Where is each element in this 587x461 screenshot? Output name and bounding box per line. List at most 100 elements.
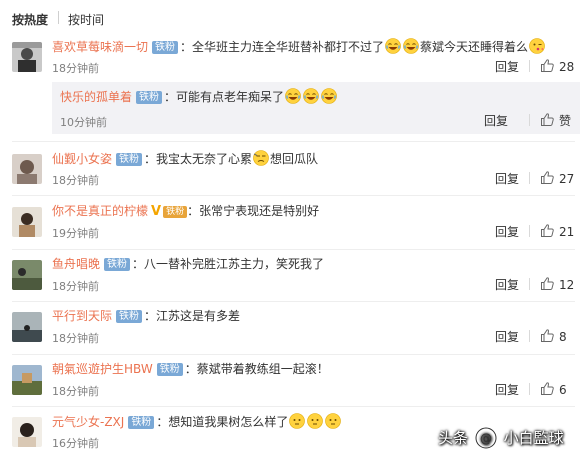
reply-button[interactable]: 回复 [495,58,519,75]
reply-button[interactable]: 回复 [495,170,519,187]
fan-badge: 铁粉 [116,153,143,166]
avatar[interactable] [12,365,42,395]
comment-content: ：我宝太无奈了心累 [144,152,253,166]
verified-v-icon: V [151,204,162,219]
username-link[interactable]: 仙觐小女姿 [52,152,112,166]
comment-text: 你不是真正的柠檬 V 铁粉 ：张常宁表现还是特别好 [52,203,319,220]
reply-button[interactable]: 回复 [495,276,519,293]
like-button[interactable]: 28 [540,58,574,74]
like-count: 21 [559,225,575,239]
comment-content-tail: 想回瓜队 [270,152,319,166]
thumbs-up-icon [541,113,554,126]
laugh-cry-emoji-icon [385,38,402,54]
sort-divider [58,11,59,24]
username-link[interactable]: 喜欢草莓味滴一切 [52,40,148,54]
laugh-cry-emoji-icon [303,88,320,104]
comment-time: 19分钟前 [52,227,99,240]
action-divider [529,225,530,237]
username-link[interactable]: 鱼舟唱晚 [52,257,100,271]
comment-time: 16分钟前 [52,437,99,450]
fan-badge: 铁粉 [163,206,188,218]
nested-reply-text: 快乐的孤单着 铁粉 ：可能有点老年痴呆了 [60,88,338,105]
thinking-emoji-icon [307,413,324,429]
action-divider [529,172,530,184]
comment-text: 平行到天际 铁粉 ：江苏这是有多差 [52,308,240,324]
username-link[interactable]: 平行到天际 [52,309,112,323]
comment-time: 18分钟前 [52,332,99,345]
like-count: 28 [559,60,575,74]
sort-by-time-tab[interactable]: 按时间 [68,11,104,28]
comment-time: 18分钟前 [52,385,99,398]
comment-text: 喜欢草莓味滴一切 铁粉 ：全华班主力连全华班替补都打不过了 蔡斌今天还睡得着么 [52,38,546,55]
comment-content: ：可能有点老年痴呆了 [164,90,285,104]
like-button[interactable]: 27 [540,170,574,186]
fan-badge: 铁粉 [152,41,179,54]
fan-badge: 铁粉 [128,416,155,429]
username-link[interactable]: 快乐的孤单着 [60,90,132,104]
reply-time: 10分钟前 [60,116,107,129]
reply-button[interactable]: 回复 [495,223,519,240]
fan-badge: 铁粉 [116,310,143,323]
comment-content: ：想知道我果树怎么样了 [156,415,289,429]
laugh-cry-emoji-icon [285,88,302,104]
account-logo-icon: @ [475,427,497,449]
comment-text: 朝氣巡遊护生HBW 铁粉 ：蔡斌带着教练组一起滚！ [52,361,329,377]
fan-badge: 铁粉 [104,258,131,271]
action-divider [529,60,530,72]
comment-content: ：蔡斌带着教练组一起滚！ [184,362,329,376]
username-link[interactable]: 元气少女-ZXJ [52,415,124,429]
comment-divider [12,406,575,407]
reply-button[interactable]: 回复 [495,381,519,398]
comment-time: 18分钟前 [52,280,99,293]
comment-text: 仙觐小女姿 铁粉 ：我宝太无奈了心累 想回瓜队 [52,150,318,167]
watermark-account-name: 小白監球 [503,429,564,447]
avatar[interactable] [12,154,42,184]
avatar[interactable] [12,207,42,237]
avatar[interactable] [12,312,42,342]
like-button[interactable]: 12 [540,276,574,292]
like-button[interactable]: 21 [540,223,574,239]
comment-divider [12,195,575,196]
like-count: 12 [559,278,575,292]
comment-divider [12,301,575,302]
comment-content: ：全华班主力连全华班替补都打不过了 [180,40,385,54]
toutiao-watermark: 头条 @ 小白監球 [438,427,564,449]
like-button[interactable]: 6 [540,381,567,397]
fan-badge: 铁粉 [156,363,183,376]
thumbs-up-icon [541,382,554,395]
laugh-cry-emoji-icon [403,38,420,54]
comment-text: 鱼舟唱晚 铁粉 ：八一替补完胜江苏主力，笑死我了 [52,256,324,272]
nested-reply-box: 快乐的孤单着 铁粉 ：可能有点老年痴呆了 10分钟前 回复 赞 [52,82,580,134]
avatar[interactable] [12,417,42,447]
comment-divider [12,249,575,250]
like-count: 6 [559,383,567,397]
laugh-cry-emoji-icon [321,88,338,104]
comment-content: ：江苏这是有多差 [144,309,241,323]
comment-divider [12,141,575,142]
comment-content: ：张常宁表现还是特别好 [187,204,320,218]
sort-by-hot-tab[interactable]: 按热度 [12,11,48,28]
avatar[interactable] [12,42,42,72]
username-link[interactable]: 你不是真正的柠檬 [52,204,148,218]
thumbs-up-icon [541,277,554,290]
like-count: 27 [559,172,575,186]
thumbs-up-icon [541,59,554,72]
reply-button[interactable]: 回复 [495,328,519,345]
action-divider [529,278,530,290]
thinking-emoji-icon [289,413,306,429]
tired-emoji-icon [253,150,270,166]
like-count: 8 [559,330,567,344]
comment-text: 元气少女-ZXJ 铁粉 ：想知道我果树怎么样了 [52,413,342,430]
fan-badge: 铁粉 [136,91,163,104]
comment-time: 18分钟前 [52,62,99,75]
comment-content-tail: 蔡斌今天还睡得着么 [420,40,529,54]
reply-button[interactable]: 回复 [484,112,508,129]
avatar[interactable] [12,260,42,290]
watermark-at: @ [480,432,492,446]
like-button[interactable]: 赞 [540,112,571,129]
username-link[interactable]: 朝氣巡遊护生HBW [52,362,153,376]
kiss-emoji-icon [529,38,546,54]
like-button[interactable]: 8 [540,328,567,344]
action-divider [529,330,530,342]
watermark-prefix: 头条 [438,429,469,447]
